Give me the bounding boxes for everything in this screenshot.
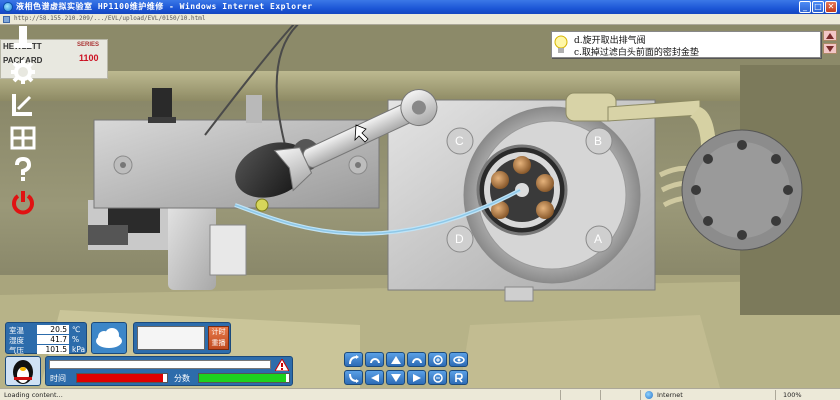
time-progress-fill — [77, 374, 164, 382]
valve-label-d: D — [455, 232, 464, 246]
timer-display — [137, 326, 205, 350]
orbit-right-button[interactable] — [407, 352, 426, 367]
time-progress-bar — [76, 373, 168, 383]
rotate-right-icon — [348, 373, 359, 383]
instruction-scroll-up-button[interactable] — [823, 30, 837, 41]
lightbulb-icon — [554, 35, 568, 53]
weather-panel — [91, 322, 127, 354]
progress-panel: 时间 分数 — [45, 356, 293, 386]
reset-view-button[interactable] — [449, 370, 468, 385]
score-label: 分数 — [174, 374, 190, 383]
status-divider — [560, 390, 561, 400]
cloud-icon — [96, 328, 122, 348]
move-left-button[interactable] — [365, 370, 384, 385]
arrow-up-icon — [390, 355, 401, 364]
temperature-unit: ℃ — [72, 325, 81, 334]
zoom-out-button[interactable] — [428, 370, 447, 385]
address-bar[interactable]: http://58.155.210.209/.../EVL/upload/EVL… — [0, 14, 840, 25]
reset-icon — [454, 372, 463, 383]
address-url[interactable]: http://58.155.210.209/.../EVL/upload/EVL… — [14, 15, 205, 22]
eye-icon — [452, 355, 465, 364]
time-label: 时间 — [50, 374, 66, 383]
orbit-left-button[interactable] — [365, 352, 384, 367]
instruction-scroll-down-button[interactable] — [823, 43, 837, 54]
environment-panel: 室温 20.5 ℃ 湿度 41.7 % 气压 101.5 kPa — [5, 322, 87, 355]
status-hud: 室温 20.5 ℃ 湿度 41.7 % 气压 101.5 kPa 计时 重播 时… — [3, 322, 295, 388]
temperature-value: 20.5 — [37, 325, 69, 334]
orbit-right-icon — [411, 357, 422, 363]
status-divider — [640, 390, 641, 400]
warning-icon[interactable] — [275, 359, 289, 371]
loading-status: Loading content... — [4, 391, 63, 399]
pressure-unit: kPa — [72, 345, 86, 354]
camera-controls — [344, 352, 472, 388]
power-icon — [12, 191, 34, 215]
close-button[interactable]: ✕ — [825, 1, 837, 13]
rotate-left-button[interactable] — [344, 352, 363, 367]
zoom-in-icon — [432, 354, 443, 365]
penguin-icon — [13, 360, 33, 384]
zone-text: Internet — [657, 391, 683, 399]
pressure-label: 气压 — [9, 346, 24, 355]
move-up-button[interactable] — [386, 352, 405, 367]
zoom-level[interactable]: 100% — [783, 391, 802, 399]
timer-button-line1: 计时 — [211, 328, 226, 336]
power-tool-button[interactable] — [8, 189, 38, 215]
settings-tool-button[interactable] — [8, 59, 38, 85]
zoom-out-icon — [432, 372, 443, 383]
grid-icon — [10, 126, 36, 150]
instruction-panel: d.旋开取出排气阀 c.取掉过滤白头前面的密封金垫 — [551, 31, 821, 58]
triangle-down-icon — [826, 45, 834, 52]
series-label: SERIES — [77, 42, 100, 48]
minimize-button[interactable]: _ — [799, 1, 811, 13]
question-icon — [15, 157, 32, 181]
valve-label-b: B — [594, 134, 603, 148]
browser-status-bar: Loading content... Internet 100% — [0, 388, 840, 400]
grid-tool-button[interactable] — [8, 125, 38, 151]
humidity-value: 41.7 — [37, 335, 69, 344]
timer-button-line2: 重播 — [211, 339, 226, 347]
score-progress-bar — [198, 373, 290, 383]
gear-icon — [11, 60, 35, 84]
move-right-button[interactable] — [407, 370, 426, 385]
message-field — [49, 360, 271, 369]
arrow-down-icon — [390, 373, 401, 382]
browser-window: 液相色谱虚拟实验室 HP1100维护维修 - Windows Internet … — [0, 0, 840, 400]
valve-label-a: A — [594, 232, 603, 246]
title-bar: 液相色谱虚拟实验室 HP1100维护维修 - Windows Internet … — [0, 0, 840, 14]
wrench-tool-button[interactable] — [8, 25, 38, 51]
status-divider — [600, 390, 601, 400]
view-toggle-button[interactable] — [449, 352, 468, 367]
rotate-right-button[interactable] — [344, 370, 363, 385]
zoom-in-button[interactable] — [428, 352, 447, 367]
arrow-right-icon — [412, 373, 421, 382]
status-divider — [775, 390, 776, 400]
orbit-left-icon — [369, 357, 380, 363]
maximize-button[interactable]: □ — [812, 1, 824, 13]
avatar[interactable] — [5, 356, 41, 386]
move-down-button[interactable] — [386, 370, 405, 385]
help-tool-button[interactable] — [8, 157, 38, 183]
globe-icon — [645, 391, 653, 399]
timer-panel: 计时 重播 — [133, 322, 231, 354]
humidity-unit: % — [72, 335, 80, 344]
arrow-left-icon — [370, 373, 379, 382]
wrench-icon — [14, 26, 32, 48]
window-title: 液相色谱虚拟实验室 HP1100维护维修 - Windows Internet … — [16, 2, 313, 11]
corner-arrow-icon — [12, 94, 32, 116]
score-progress-fill — [199, 374, 287, 382]
model-number: 1100 — [79, 53, 99, 63]
pressure-value: 101.5 — [37, 345, 69, 354]
timer-replay-button[interactable]: 计时 重播 — [208, 326, 229, 350]
instrument-scene[interactable]: C B D A HEWLETT PACKARD SERIES 1100 — [0, 25, 840, 388]
move-tool-button[interactable] — [8, 91, 38, 117]
rotate-left-icon — [348, 354, 359, 364]
page-icon — [3, 16, 10, 23]
instruction-step-c: c.取掉过滤白头前面的密封金垫 — [574, 48, 699, 58]
ie-icon — [3, 2, 13, 12]
valve-label-c: C — [455, 134, 464, 148]
triangle-up-icon — [826, 32, 834, 39]
